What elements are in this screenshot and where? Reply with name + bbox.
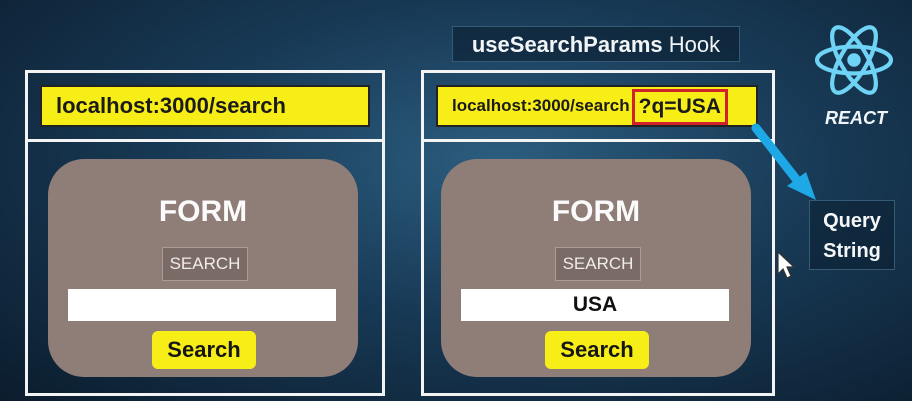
annotation-line-1: Query	[823, 210, 881, 232]
mouse-cursor-icon	[777, 250, 796, 279]
query-string-annotation: Query String	[809, 200, 895, 270]
arrow-icon	[751, 123, 816, 200]
annotation-line-2: String	[823, 240, 881, 262]
